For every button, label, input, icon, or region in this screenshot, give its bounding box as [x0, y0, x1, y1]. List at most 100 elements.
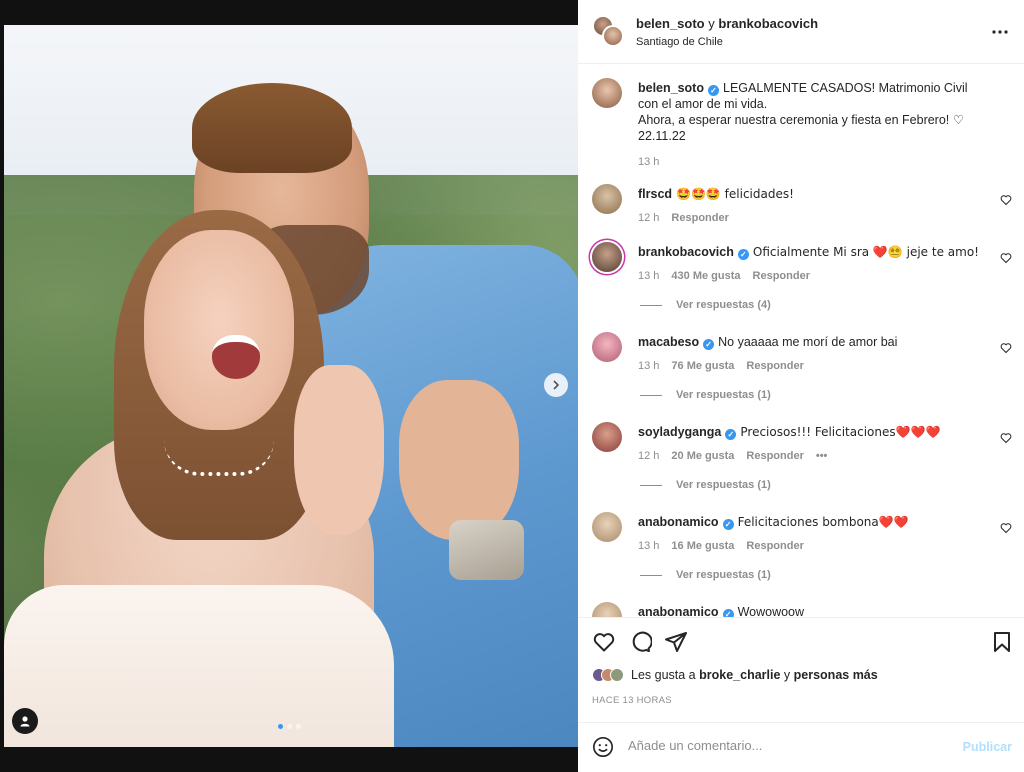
- avatar: [610, 668, 624, 682]
- likes-text: Les gusta a broke_charlie y personas más: [631, 668, 878, 682]
- liker-link[interactable]: broke_charlie: [699, 668, 780, 682]
- add-comment-bar: Publicar: [578, 722, 1024, 772]
- comment-likes[interactable]: 20 Me gusta: [671, 448, 734, 464]
- authors-conjunction: y: [708, 16, 715, 31]
- likes-middle: y: [783, 668, 791, 682]
- author-link[interactable]: brankobacovich: [718, 16, 818, 31]
- comment-username[interactable]: flrscd: [638, 187, 672, 201]
- comments-list[interactable]: belen_soto ✓ LEGALMENTE CASADOS! Matrimoni…: [578, 64, 1024, 617]
- comment-options-button[interactable]: •••: [816, 448, 828, 464]
- comment-like-icon[interactable]: [1000, 194, 1012, 206]
- bookmark-icon[interactable]: [990, 630, 1014, 654]
- verified-badge-icon: ✓: [722, 519, 734, 530]
- reply-button[interactable]: Responder: [671, 210, 728, 226]
- comment-like-icon[interactable]: [1000, 252, 1012, 264]
- view-replies-label: Ver respuestas (1): [676, 569, 771, 581]
- comment-like-icon[interactable]: [1000, 522, 1012, 534]
- more-horizontal-icon: [992, 30, 1008, 34]
- comment-username[interactable]: belen_soto: [638, 81, 704, 95]
- more-options-button[interactable]: [990, 22, 1010, 42]
- comment-like-icon[interactable]: [1000, 432, 1012, 444]
- comment-body: brankobacovich ✓ Oficialmente Mi sra ❤️😵‍💫…: [638, 244, 982, 284]
- comment-time[interactable]: 13 h: [638, 538, 659, 554]
- replies-divider: [640, 484, 662, 486]
- comment-body: anabonamico ✓ Felicitaciones bombona❤️❤️ 1…: [638, 514, 982, 554]
- comment-body: flrscd 🤩🤩🤩 felicidades! 12 h Responder: [638, 186, 982, 226]
- replies-divider: [640, 304, 662, 306]
- comment-text: Preciosos!!! Felicitaciones❤️❤️❤️: [740, 425, 941, 439]
- reply-button[interactable]: Responder: [753, 268, 810, 284]
- verified-badge-icon: ✓: [722, 609, 734, 617]
- comment-time[interactable]: 13 h: [638, 268, 659, 284]
- comment-body: anabonamico ✓ Wowowoow: [638, 604, 982, 617]
- avatar[interactable]: [592, 78, 622, 108]
- user-tag-icon: [20, 716, 30, 727]
- likes-prefix: Les gusta a: [631, 668, 696, 682]
- smile-icon[interactable]: [592, 736, 614, 758]
- avatar[interactable]: [592, 422, 622, 452]
- post-actions-bar: [578, 617, 1024, 667]
- comment-username[interactable]: anabonamico: [638, 605, 719, 617]
- reply-button[interactable]: Responder: [746, 448, 803, 464]
- carousel-dot: [296, 724, 301, 729]
- author-link[interactable]: belen_soto: [636, 16, 705, 31]
- post-location[interactable]: Santiago de Chile: [636, 36, 723, 48]
- comment-username[interactable]: soyladyganga: [638, 425, 721, 439]
- comment-time[interactable]: 12 h: [638, 448, 659, 464]
- comment-username[interactable]: brankobacovich: [638, 245, 734, 259]
- comment-username[interactable]: macabeso: [638, 335, 699, 349]
- likes-others-link[interactable]: personas más: [794, 668, 878, 682]
- view-replies-button[interactable]: Ver respuestas (1): [640, 569, 771, 581]
- comment-icon[interactable]: [628, 630, 652, 654]
- comment-body: soyladyganga ✓ Preciosos!!! Felicitaciones…: [638, 424, 982, 464]
- next-photo-button[interactable]: [544, 373, 568, 397]
- caption-body: belen_soto ✓ LEGALMENTE CASADOS! Matrimoni…: [638, 80, 982, 170]
- photo-man-hand: [399, 380, 519, 540]
- caption-text-line: 22.11.22: [638, 129, 686, 143]
- photo-woman-face: [144, 230, 294, 430]
- comment-text: No yaaaaa me morí de amor bai: [718, 335, 898, 349]
- view-replies-button[interactable]: Ver respuestas (1): [640, 479, 771, 491]
- photo-dress: [4, 585, 394, 747]
- comment-time[interactable]: 12 h: [638, 210, 659, 226]
- avatar[interactable]: [592, 512, 622, 542]
- avatar: [602, 25, 624, 47]
- post-authors: belen_soto y brankobacovich: [636, 16, 818, 31]
- comment-time[interactable]: 13 h: [638, 154, 659, 170]
- view-replies-label: Ver respuestas (1): [676, 479, 771, 491]
- view-replies-button[interactable]: Ver respuestas (4): [640, 299, 771, 311]
- verified-badge-icon: ✓: [737, 249, 749, 260]
- photo-woman-hand: [294, 365, 384, 535]
- carousel-indicator: [278, 724, 301, 729]
- comment-body: macabeso ✓ No yaaaaa me morí de amor bai 1…: [638, 334, 982, 374]
- reply-button[interactable]: Responder: [746, 358, 803, 374]
- comment-text: Wowowoow: [737, 605, 805, 617]
- post-photo[interactable]: [4, 25, 578, 747]
- author-avatars[interactable]: [592, 15, 624, 47]
- avatar[interactable]: [592, 602, 622, 617]
- verified-badge-icon: ✓: [708, 85, 719, 96]
- avatar[interactable]: [592, 184, 622, 214]
- share-icon[interactable]: [664, 630, 688, 654]
- publish-button[interactable]: Publicar: [963, 740, 1012, 754]
- avatar[interactable]: [592, 242, 622, 272]
- avatar[interactable]: [592, 332, 622, 362]
- heart-icon[interactable]: [592, 630, 616, 654]
- replies-divider: [640, 394, 662, 396]
- view-replies-label: Ver respuestas (4): [676, 299, 771, 311]
- comment-input[interactable]: [628, 738, 948, 753]
- post-timestamp[interactable]: HACE 13 HORAS: [592, 695, 672, 706]
- comment-time[interactable]: 13 h: [638, 358, 659, 374]
- comment-username[interactable]: anabonamico: [638, 515, 719, 529]
- user-tags-button[interactable]: [12, 708, 38, 734]
- reply-button[interactable]: Responder: [746, 538, 803, 554]
- likes-summary[interactable]: Les gusta a broke_charlie y personas más: [592, 668, 878, 682]
- comment-like-icon[interactable]: [1000, 342, 1012, 354]
- view-replies-button[interactable]: Ver respuestas (1): [640, 389, 771, 401]
- view-replies-label: Ver respuestas (1): [676, 389, 771, 401]
- comment-likes[interactable]: 430 Me gusta: [671, 268, 740, 284]
- carousel-dot: [278, 724, 283, 729]
- comment-likes[interactable]: 76 Me gusta: [671, 358, 734, 374]
- comment-likes[interactable]: 16 Me gusta: [671, 538, 734, 554]
- photo-woman-mouth: [212, 335, 260, 379]
